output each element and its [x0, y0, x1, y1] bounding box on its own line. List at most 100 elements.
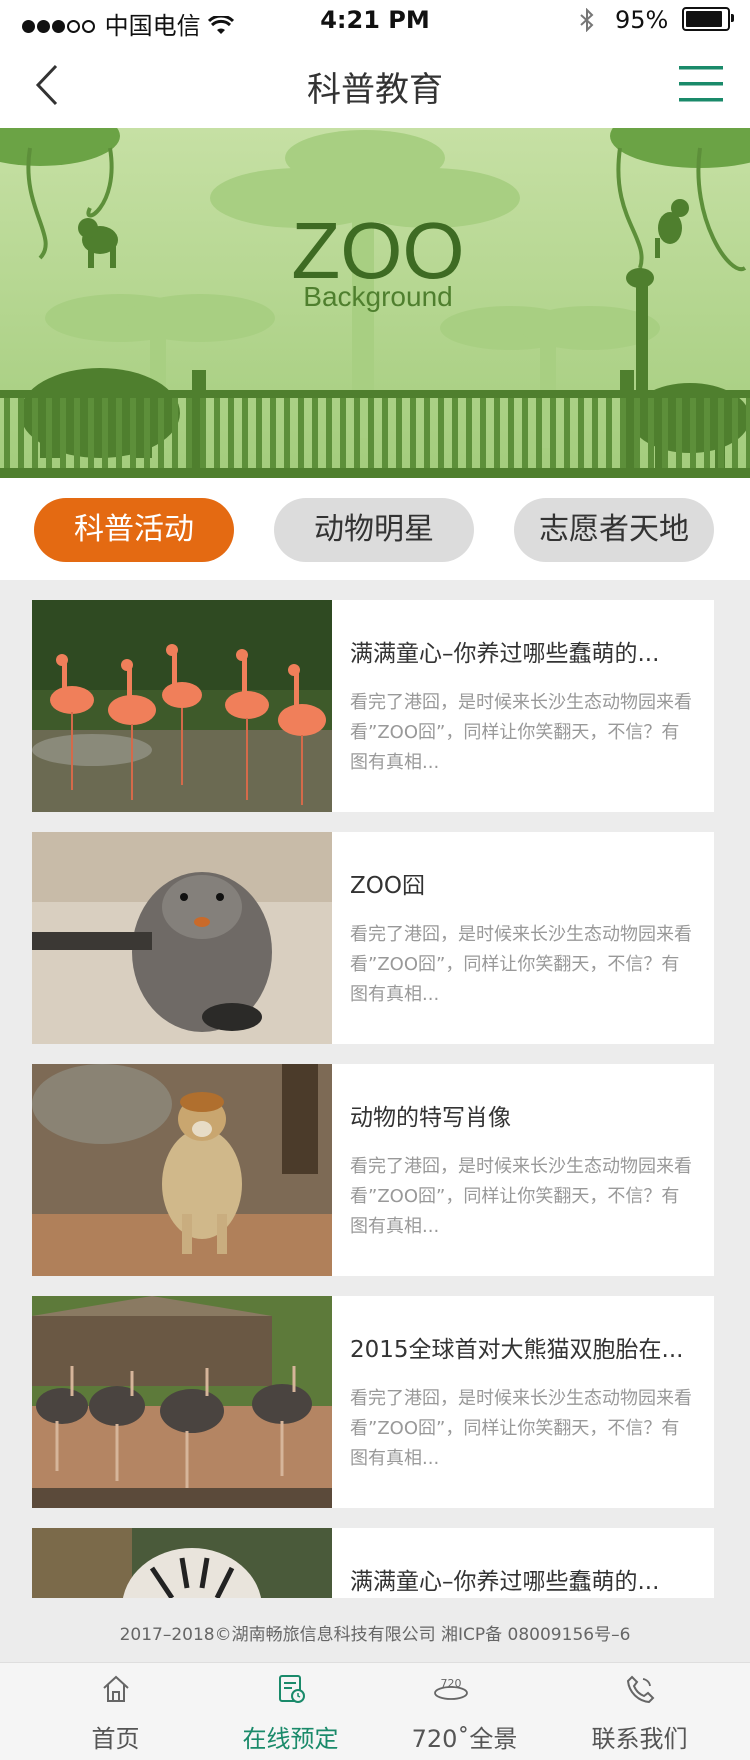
monkey-photo: [32, 1064, 332, 1276]
list-item[interactable]: 2015全球首对大熊猫双胞胎在... 看完了港囧，是时候来长沙生态动物园来看看”…: [32, 1296, 714, 1508]
fence-bar: [18, 398, 24, 468]
fence-bar: [186, 398, 192, 468]
fence-bar: [116, 398, 122, 468]
copyright-text: 2017–2018©湖南畅旅信息科技有限公司 湘ICP备 08009156号–6: [119, 1625, 631, 1645]
fence-bar: [732, 398, 738, 468]
tab-volunteer[interactable]: 志愿者天地: [514, 498, 714, 562]
fence-bar: [452, 398, 458, 468]
tabbar-contact[interactable]: 联系我们: [546, 1663, 733, 1760]
fence-bar: [494, 398, 500, 468]
article-desc: 看完了港囧，是时候来长沙生态动物园来看看”ZOO囧”，同样让你笑翻天，不信？有图…: [350, 1156, 692, 1237]
fence-bar: [620, 398, 626, 468]
nav-bar: 科普教育: [0, 42, 750, 128]
fence-bar: [46, 398, 52, 468]
fence-bar: [564, 398, 570, 468]
fence-bar: [480, 398, 486, 468]
fence-bar: [354, 398, 360, 468]
tabbar-label: 联系我们: [591, 1725, 688, 1753]
fence-bar: [326, 398, 332, 468]
fence-bar: [298, 398, 304, 468]
fence-bar: [200, 398, 206, 468]
fence-bar: [424, 398, 430, 468]
fence-bar: [144, 398, 150, 468]
fence-bar: [718, 398, 724, 468]
nutria-photo: [32, 832, 332, 1044]
fence-bar: [536, 398, 542, 468]
article-desc: 看完了港囧，是时候来长沙生态动物园来看看”ZOO囧”，同样让你笑翻天，不信？有图…: [350, 1388, 692, 1469]
fence-bar: [284, 398, 290, 468]
fence-bar: [242, 398, 248, 468]
tabbar-label: 首页: [91, 1725, 140, 1753]
fence-bar: [60, 398, 66, 468]
fence-bar: [438, 398, 444, 468]
fence-bar: [550, 398, 556, 468]
list-item[interactable]: 满满童心–你养过哪些蠢萌的...: [32, 1528, 714, 1598]
tabbar-home[interactable]: 首页: [22, 1663, 209, 1760]
tiger-photo: [32, 1528, 332, 1598]
hamburger-menu-icon[interactable]: [676, 60, 726, 110]
bottom-tab-bar: 首页 在线预定 720 720˚全景 联系我们: [0, 1662, 750, 1760]
fence-bar: [662, 398, 668, 468]
list-item[interactable]: 满满童心–你养过哪些蠢萌的... 看完了港囧，是时候来长沙生态动物园来看看”ZO…: [32, 600, 714, 812]
banner-subtitle: Background: [303, 281, 452, 312]
fence-bar: [704, 398, 710, 468]
fence-bar: [648, 398, 654, 468]
fence-bar: [214, 398, 220, 468]
list-item[interactable]: ZOO囧 看完了港囧，是时候来长沙生态动物园来看看”ZOO囧”，同样让你笑翻天，…: [32, 832, 714, 1044]
booking-icon: [279, 1675, 305, 1703]
fence-bar: [102, 398, 108, 468]
fence-bar: [382, 398, 388, 468]
fence-bar: [130, 398, 136, 468]
fence-bar: [410, 398, 416, 468]
fence-bar: [396, 398, 402, 468]
tabbar-panorama[interactable]: 720 720˚全景: [371, 1663, 558, 1760]
fence-bar: [172, 398, 178, 468]
fence-bar: [634, 398, 640, 468]
fence-bar: [340, 398, 346, 468]
article-title: 2015全球首对大熊猫双胞胎在...: [350, 1337, 684, 1363]
battery-fill: [686, 11, 722, 27]
article-desc: 看完了港囧，是时候来长沙生态动物园来看看”ZOO囧”，同样让你笑翻天，不信？有图…: [350, 692, 692, 773]
panorama-720-icon: 720: [434, 1677, 468, 1700]
fence-bar: [256, 398, 262, 468]
fence-bar: [592, 398, 598, 468]
zoo-banner: ZOO Background: [0, 128, 750, 478]
tab-animal-stars[interactable]: 动物明星: [274, 498, 474, 562]
phone-icon: [626, 1675, 655, 1704]
fence-bar: [88, 398, 94, 468]
fence-bar: [466, 398, 472, 468]
page-title: 科普教育: [307, 70, 443, 110]
tabbar-booking[interactable]: 在线预定: [197, 1663, 384, 1760]
fence-bar: [4, 398, 10, 468]
article-desc: 看完了港囧，是时候来长沙生态动物园来看看”ZOO囧”，同样让你笑翻天，不信？有图…: [350, 924, 692, 1005]
battery-percent: 95%: [615, 6, 669, 34]
article-title: ZOO囧: [350, 873, 425, 899]
fence-bar: [32, 398, 38, 468]
tab-science-activities[interactable]: 科普活动: [34, 498, 234, 562]
fence-bar: [74, 398, 80, 468]
battery-icon: [682, 7, 734, 31]
bluetooth-icon: [580, 7, 594, 33]
article-title: 满满童心–你养过哪些蠢萌的...: [350, 641, 660, 667]
home-icon: [103, 1675, 129, 1702]
fence-bar: [746, 398, 750, 468]
fence-bar: [228, 398, 234, 468]
tabbar-label: 720˚全景: [411, 1725, 518, 1753]
fence-bar: [270, 398, 276, 468]
ostriches-photo: [32, 1296, 332, 1508]
fence-bar: [508, 398, 514, 468]
fence-bar: [578, 398, 584, 468]
flamingos-photo: [32, 600, 332, 812]
fence-bar: [522, 398, 528, 468]
fence-bar: [312, 398, 318, 468]
fence-bar: [690, 398, 696, 468]
fence-bar: [158, 398, 164, 468]
status-right: 95%: [579, 6, 734, 34]
fence-bar: [368, 398, 374, 468]
article-title: 动物的特写肖像: [350, 1105, 511, 1131]
fence-bar: [676, 398, 682, 468]
article-title: 满满童心–你养过哪些蠢萌的...: [350, 1569, 660, 1595]
list-item[interactable]: 动物的特写肖像 看完了港囧，是时候来长沙生态动物园来看看”ZOO囧”，同样让你笑…: [32, 1064, 714, 1276]
tabbar-label: 在线预定: [242, 1725, 339, 1753]
fence-bar: [606, 398, 612, 468]
